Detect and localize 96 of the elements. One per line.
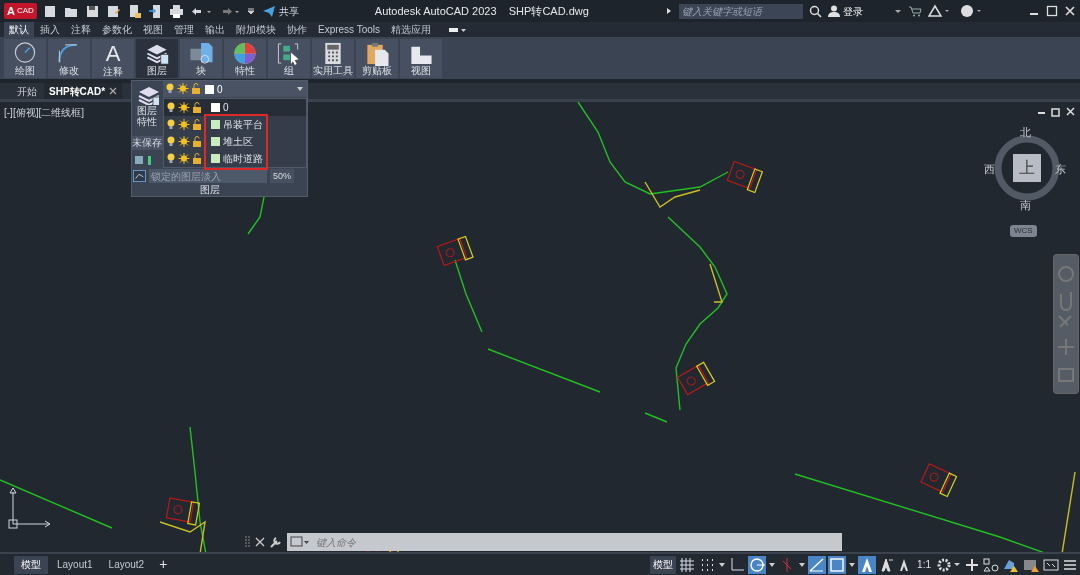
ribbon-tab[interactable]: 管理 (169, 22, 199, 37)
search-icon[interactable] (809, 4, 822, 18)
layout-tab[interactable]: Layout1 (50, 555, 100, 574)
clean-screen-icon[interactable] (1042, 556, 1060, 573)
tracking-toggle[interactable] (808, 555, 827, 574)
save-as-icon[interactable] (105, 3, 121, 19)
close-icon[interactable] (255, 537, 265, 547)
layer-row[interactable]: 0 (164, 99, 306, 116)
layer-dropdown[interactable]: 0 (163, 81, 307, 97)
lock-fade-icon[interactable] (133, 169, 146, 183)
command-history-icon[interactable] (290, 536, 310, 548)
compass-label: 东 (1055, 162, 1066, 177)
ribbon-panel-button[interactable]: 块 (180, 38, 222, 78)
ortho-toggle[interactable] (728, 555, 747, 574)
ribbon-tab[interactable]: 默认 (4, 22, 34, 37)
properties-icon (231, 40, 259, 66)
caret-icon (296, 85, 304, 93)
layer-color-swatch (205, 84, 214, 94)
layer-state-icon (167, 101, 203, 114)
ucs-dropdown[interactable]: WCS (1010, 225, 1037, 237)
caret-icon[interactable] (718, 560, 727, 569)
settings-icon[interactable] (936, 556, 962, 573)
panel-title: 图层 (200, 184, 220, 196)
triangle-icon[interactable] (928, 4, 950, 18)
ribbon-panel-button[interactable]: 修改 (48, 38, 90, 78)
command-field[interactable]: 键入命令 (316, 534, 839, 550)
ribbon-panel-button[interactable]: 图层 (136, 38, 178, 78)
close-icon[interactable] (109, 87, 118, 95)
new-file-icon[interactable] (42, 3, 58, 19)
ribbon-tab[interactable]: 注释 (66, 22, 96, 37)
compass-label: 西 (984, 162, 995, 177)
search-field[interactable]: 键入关键字或短语 (679, 3, 803, 19)
polar-toggle[interactable] (748, 555, 767, 574)
layer-properties-button[interactable]: 图层特性 (134, 81, 159, 127)
paper-plane-icon (261, 4, 276, 18)
caret-icon[interactable] (848, 560, 857, 569)
share-button[interactable]: 共享 (261, 2, 299, 20)
document-tab[interactable]: 开始 (12, 83, 42, 99)
ribbon-tab[interactable]: 参数化 (97, 22, 137, 37)
compass-label: 北 (1020, 125, 1031, 140)
layer-state-icon (167, 135, 203, 148)
scale-dropdown[interactable]: 1:1 (914, 557, 934, 572)
osnap-toggle[interactable] (828, 555, 847, 574)
layer-state-dropdown[interactable]: 未保存 (132, 136, 163, 150)
layer-row[interactable]: 吊装平台 (164, 116, 306, 133)
caret-icon[interactable] (798, 560, 807, 569)
grip-icon[interactable] (245, 534, 251, 550)
ribbon-panel-button[interactable]: 组 (268, 38, 310, 78)
ribbon-tab[interactable]: 协作 (282, 22, 312, 37)
ribbon-panel-button[interactable]: A 注释 (92, 38, 134, 78)
layout-tab[interactable]: Layout2 (101, 555, 152, 574)
grid-toggle[interactable] (678, 555, 697, 574)
block-icon (187, 40, 215, 66)
viewport-controls-icon[interactable] (1036, 107, 1076, 117)
plus-icon[interactable] (964, 556, 980, 573)
ribbon-panel-button[interactable]: 实用工具 (312, 38, 354, 78)
layer-state-icon (167, 152, 203, 165)
expand-icon[interactable] (665, 6, 673, 16)
layer-row[interactable]: 堆土区 (164, 133, 306, 150)
ribbon-tab[interactable]: 精选应用 (386, 22, 437, 37)
document-tab[interactable]: SHP转CAD* (44, 83, 123, 99)
cart-icon[interactable] (908, 5, 922, 17)
export-icon[interactable] (147, 3, 163, 19)
viewport-label[interactable]: [-][俯视][二维线框] (4, 105, 84, 120)
isolate-objects-icon[interactable] (982, 556, 1000, 573)
layer-state-icon (167, 118, 203, 131)
save-icon[interactable] (84, 3, 100, 19)
highlight-box (204, 114, 268, 170)
layer-row[interactable]: 临时道路 (164, 150, 306, 167)
annotation-scale-icon[interactable] (878, 556, 895, 573)
model-space-button[interactable]: 模型 (650, 555, 677, 574)
lock-fade-field[interactable]: 锁定的图层淡入 (148, 169, 267, 183)
lock-fade-value[interactable]: 50% (269, 169, 294, 183)
add-layout-button[interactable]: + (153, 554, 174, 575)
ribbon-tab[interactable]: 输出 (200, 22, 230, 37)
ribbon-tab[interactable]: 附加模块 (231, 22, 281, 37)
ribbon-panel-button[interactable]: 特性 (224, 38, 266, 78)
user-icon (828, 5, 840, 17)
maximize-icon[interactable] (1046, 5, 1058, 17)
window-title: Autodesk AutoCAD 2023 SHP转CAD.dwg (374, 3, 589, 19)
annotation-toggle[interactable] (858, 555, 877, 574)
wrench-icon[interactable] (269, 535, 283, 549)
ribbon-panel-button[interactable]: 视图 (400, 38, 442, 78)
ribbon-tab[interactable]: 插入 (35, 22, 65, 37)
caret-icon[interactable] (768, 560, 777, 569)
ribbon-panel-button[interactable]: 剪贴板 (356, 38, 398, 78)
viewcube-face[interactable]: 上 (1013, 154, 1041, 182)
compass-label: 南 (1020, 198, 1031, 213)
ribbon-panel-button[interactable]: 绘图 (4, 38, 46, 78)
layout-tab[interactable]: 模型 (14, 555, 48, 574)
layer-state-icon (166, 83, 202, 95)
ribbon-tab[interactable]: Express Tools (313, 22, 386, 37)
login-button[interactable]: 登录 (828, 3, 888, 19)
letter-icon: A (105, 40, 121, 67)
app-logo[interactable]: A CAD (4, 3, 37, 19)
ribbon-tab[interactable]: 视图 (138, 22, 168, 37)
